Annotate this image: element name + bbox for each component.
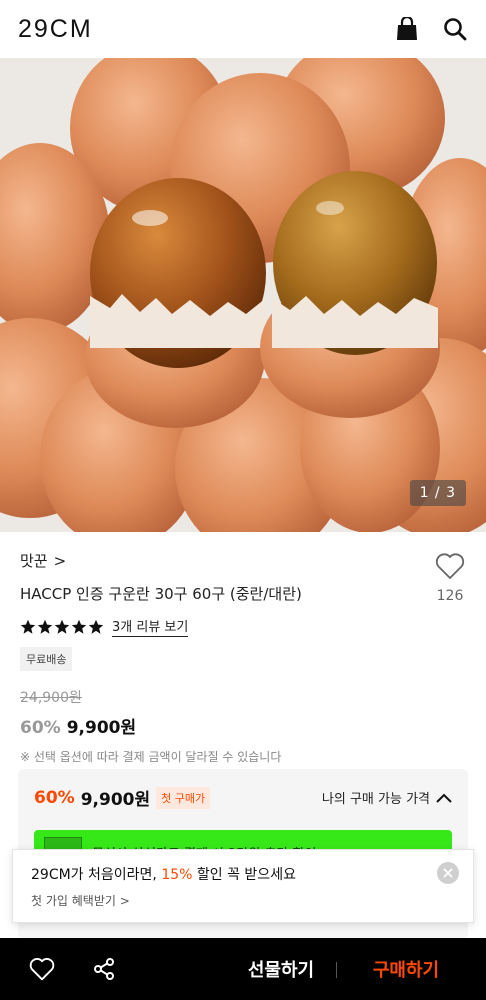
bottom-action-bar: 선물하기 구매하기: [0, 938, 486, 1000]
my-price-label: 나의 구매 가능 가격: [321, 792, 430, 807]
free-shipping-badge: 무료배송: [20, 647, 73, 671]
first-purchase-percent: 60%: [34, 787, 75, 808]
like-button[interactable]: 126: [434, 552, 466, 604]
heart-icon[interactable]: [20, 947, 64, 991]
heart-icon: [435, 553, 465, 579]
first-purchase-row: 60% 9,900원 첫 구매가 나의 구매 가능 가격: [34, 785, 452, 810]
first-purchase-amount: 9,900원: [80, 790, 151, 810]
rating-stars: [20, 619, 104, 635]
gift-button[interactable]: 선물하기: [226, 938, 336, 1000]
shopping-bag-icon[interactable]: [394, 16, 420, 42]
brand-link[interactable]: 맛꾼 >: [20, 550, 466, 571]
search-icon[interactable]: [442, 16, 468, 42]
share-icon[interactable]: [82, 947, 126, 991]
sale-price: 9,900원: [66, 718, 137, 738]
chevron-up-icon: [436, 793, 452, 803]
first-purchase-tag: 첫 구매가: [156, 786, 211, 809]
buy-button[interactable]: 구매하기: [346, 938, 466, 1000]
signup-benefit-link[interactable]: 첫 가입 혜택받기 >: [31, 892, 455, 909]
star-icon: [20, 619, 36, 634]
divider: [336, 962, 337, 978]
popup-title-prefix: 29CM가 처음이라면,: [31, 867, 162, 883]
star-icon: [88, 619, 104, 634]
product-image[interactable]: 1 / 3: [0, 58, 486, 532]
sale-price-row: 60% 9,900원: [20, 713, 466, 738]
discount-percent: 60%: [20, 718, 61, 738]
product-info: 맛꾼 > HACCP 인증 구운란 30구 60구 (중란/대란) 126 3개…: [0, 532, 486, 765]
star-icon: [71, 619, 87, 634]
close-icon[interactable]: [437, 862, 459, 884]
product-title: HACCP 인증 구운란 30구 60구 (중란/대란): [20, 585, 302, 603]
my-price-toggle[interactable]: 나의 구매 가능 가격: [322, 788, 452, 807]
signup-popup[interactable]: 29CM가 처음이라면, 15% 할인 꼭 받으세요 첫 가입 혜택받기 >: [12, 849, 474, 923]
popup-title-suffix: 할인 꼭 받으세요: [192, 867, 296, 883]
image-counter: 1 / 3: [409, 480, 466, 506]
brand-name: 맛꾼: [20, 552, 48, 570]
star-icon: [54, 619, 70, 634]
header-icons: [394, 16, 468, 42]
top-header: 29CM: [0, 0, 486, 58]
rating-row: 3개 리뷰 보기: [20, 616, 466, 637]
chevron-right-icon: >: [53, 551, 67, 570]
price-notice: ※ 선택 옵션에 따라 결제 금액이 달라질 수 있습니다: [20, 750, 282, 764]
review-link[interactable]: 3개 리뷰 보기: [112, 616, 189, 637]
popup-title: 29CM가 처음이라면, 15% 할인 꼭 받으세요: [31, 864, 455, 884]
eggs-illustration: [0, 58, 486, 532]
original-price: 24,900원: [20, 690, 82, 706]
logo[interactable]: 29CM: [18, 15, 93, 44]
first-purchase-price: 60% 9,900원 첫 구매가: [34, 785, 211, 810]
star-icon: [37, 619, 53, 634]
like-count: 126: [436, 588, 464, 604]
popup-title-highlight: 15%: [161, 867, 193, 883]
